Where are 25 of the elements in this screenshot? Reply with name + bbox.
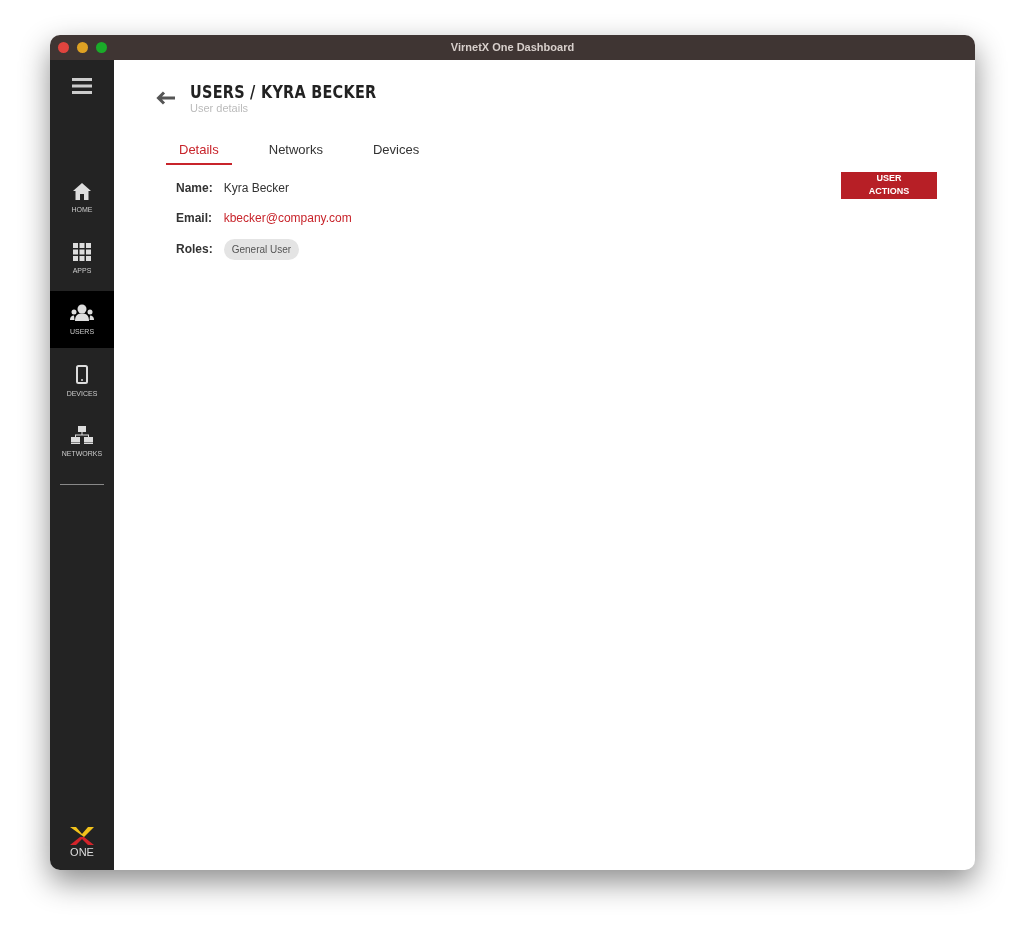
logo-text: ONE	[70, 847, 94, 858]
maximize-button[interactable]	[96, 42, 107, 53]
phone-icon	[76, 364, 88, 384]
user-actions-button[interactable]: USER ACTIONS	[841, 171, 937, 199]
tab[interactable]: Devices	[359, 140, 433, 165]
tab[interactable]: Networks	[255, 140, 336, 165]
back-arrow-icon[interactable]	[156, 91, 176, 106]
home-icon	[73, 182, 91, 200]
name-value: Kyra Becker	[223, 179, 291, 197]
users-icon	[70, 304, 94, 322]
email-link[interactable]: kbecker@company.com	[223, 208, 352, 227]
page-title: USERS / KYRA BECKER	[190, 82, 377, 104]
menu-icon[interactable]	[72, 78, 92, 94]
minimize-button[interactable]	[77, 42, 88, 53]
x-logo-icon	[69, 826, 95, 846]
email-label: Email:	[176, 209, 213, 227]
close-button[interactable]	[58, 42, 69, 53]
tab[interactable]: Details	[166, 140, 232, 165]
name-label: Name:	[176, 179, 213, 197]
page-subtitle: User details	[190, 103, 250, 115]
roles-label: Roles:	[176, 241, 213, 259]
window-title: VirnetX One Dashboard	[450, 40, 575, 56]
grid-icon	[73, 243, 91, 261]
role-chip: General User	[223, 238, 300, 260]
network-icon	[71, 426, 93, 444]
